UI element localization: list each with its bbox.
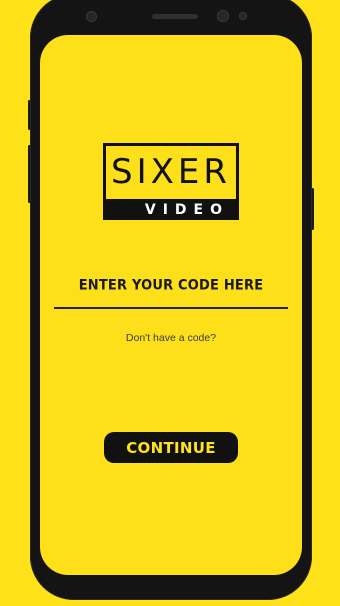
app-canvas: SIXER VIDEO ENTER YOUR CODE HERE Don't h…: [0, 0, 340, 606]
iris-sensor-icon: [240, 13, 246, 19]
no-code-link[interactable]: Don't have a code?: [40, 332, 302, 344]
code-input[interactable]: [54, 271, 288, 309]
earpiece-speaker: [152, 14, 198, 19]
continue-button[interactable]: CONTINUE: [104, 432, 238, 463]
phone-screen: SIXER VIDEO ENTER YOUR CODE HERE Don't h…: [40, 35, 302, 575]
proximity-sensor-icon: [87, 12, 96, 21]
sixer-video-logo: SIXER VIDEO: [103, 143, 239, 220]
logo-title: SIXER: [110, 152, 231, 192]
logo-subtitle: VIDEO: [103, 199, 239, 220]
front-camera-icon: [218, 11, 228, 21]
